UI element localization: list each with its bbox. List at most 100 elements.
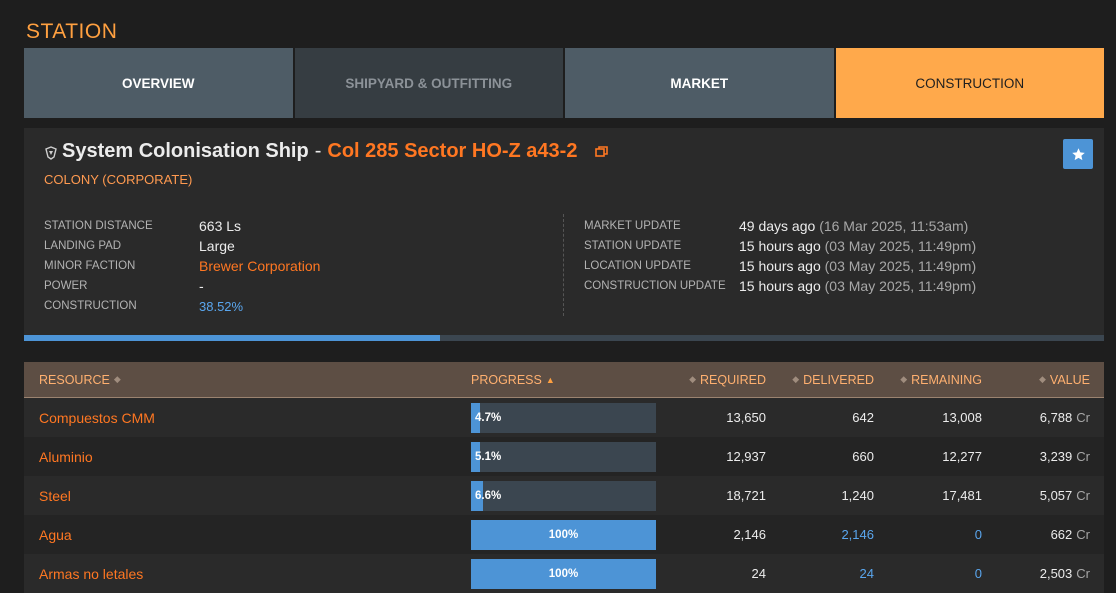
currency-unit: Cr xyxy=(1076,527,1090,542)
info-row-construction: CONSTRUCTION 38.52% xyxy=(44,296,320,316)
table-row: Aluminio 5.1% 12,937 660 12,277 3,239 Cr xyxy=(24,437,1104,476)
page-title: STATION xyxy=(26,20,118,43)
currency-unit: Cr xyxy=(1076,566,1090,581)
table-row: Armas no letales 100% 24 24 0 2,503 Cr xyxy=(24,554,1104,593)
market-update-value: 49 days ago (16 Mar 2025, 11:53am) xyxy=(739,218,969,234)
construction-percent: 38.52% xyxy=(199,298,244,314)
value-amount: 2,503 xyxy=(1039,566,1073,581)
remaining-value: 17,481 xyxy=(942,488,982,503)
tab-market[interactable]: MARKET xyxy=(565,48,834,118)
info-label: POWER xyxy=(44,280,88,292)
minor-faction-link[interactable]: Brewer Corporation xyxy=(199,258,320,274)
column-divider xyxy=(563,214,564,316)
progress-label: 4.7% xyxy=(475,411,502,424)
value-amount: 662 xyxy=(1050,527,1073,542)
info-row-market-update: MARKET UPDATE 49 days ago (16 Mar 2025, … xyxy=(584,216,976,236)
resource-name-link[interactable]: Steel xyxy=(24,488,456,504)
delivered-value: 24 xyxy=(859,566,874,581)
station-name: System Colonisation Ship xyxy=(62,140,309,162)
copy-icon[interactable] xyxy=(595,145,609,158)
header-progress[interactable]: PROGRESS ▲ xyxy=(456,373,656,387)
progress-cell: 4.7% xyxy=(456,402,656,433)
tab-overview[interactable]: OVERVIEW xyxy=(24,48,293,118)
value-cell: 2,503 Cr xyxy=(982,566,1090,581)
system-name-link[interactable]: Col 285 Sector HO-Z a43-2 xyxy=(327,140,577,163)
sort-asc-icon: ▲ xyxy=(545,374,555,385)
header-delivered[interactable]: ◆ DELIVERED xyxy=(766,373,874,387)
station-info-panel: System Colonisation Ship - Col 285 Secto… xyxy=(24,128,1104,341)
favorite-button[interactable] xyxy=(1063,139,1093,169)
station-header: System Colonisation Ship - Col 285 Secto… xyxy=(44,140,609,163)
progress-cell: 6.6% xyxy=(456,480,656,511)
currency-unit: Cr xyxy=(1076,449,1090,464)
required-value: 13,650 xyxy=(726,410,766,425)
header-value[interactable]: ◆ VALUE xyxy=(982,373,1090,387)
info-label: STATION DISTANCE xyxy=(44,220,153,232)
info-label: LANDING PAD xyxy=(44,240,122,252)
info-row-power: POWER - xyxy=(44,276,320,296)
station-type: COLONY (CORPORATE) xyxy=(44,172,193,187)
sort-icon: ◆ xyxy=(792,374,800,384)
value-cell: 3,239 Cr xyxy=(982,449,1090,464)
info-row-station-update: STATION UPDATE 15 hours ago (03 May 2025… xyxy=(584,236,976,256)
info-row-landing-pad: LANDING PAD Large xyxy=(44,236,320,256)
resource-name-link[interactable]: Armas no letales xyxy=(24,566,456,582)
delivered-value: 642 xyxy=(852,410,874,425)
sort-icon: ◆ xyxy=(113,374,121,384)
star-icon xyxy=(1071,147,1085,160)
info-label: LOCATION UPDATE xyxy=(584,260,691,272)
progress-cell: 100% xyxy=(456,558,656,589)
progress-bar: 4.7% xyxy=(471,402,656,433)
header-required[interactable]: ◆ REQUIRED xyxy=(656,373,766,387)
header-resource[interactable]: RESOURCE ◆ xyxy=(24,373,456,387)
sort-icon: ◆ xyxy=(900,374,908,384)
progress-bar: 6.6% xyxy=(471,480,656,511)
construction-progress-fill xyxy=(24,335,441,341)
progress-label: 100% xyxy=(548,528,579,541)
tab-construction[interactable]: CONSTRUCTION xyxy=(835,48,1104,118)
construction-progress-bar xyxy=(24,335,1104,341)
info-label: MARKET UPDATE xyxy=(584,220,681,232)
landing-pad-value: Large xyxy=(199,238,235,254)
station-update-value: 15 hours ago (03 May 2025, 11:49pm) xyxy=(739,238,977,254)
table-row: Compuestos CMM 4.7% 13,650 642 13,008 6,788 Cr xyxy=(24,398,1104,437)
resource-name-link[interactable]: Compuestos CMM xyxy=(24,410,456,426)
required-value: 12,937 xyxy=(726,449,766,464)
required-value: 18,721 xyxy=(726,488,766,503)
value-amount: 6,788 xyxy=(1039,410,1073,425)
info-row-construction-update: CONSTRUCTION UPDATE 15 hours ago (03 May… xyxy=(584,276,976,296)
remaining-value: 0 xyxy=(974,527,982,542)
remaining-value: 13,008 xyxy=(942,410,982,425)
currency-unit: Cr xyxy=(1076,488,1090,503)
table-row: Steel 6.6% 18,721 1,240 17,481 5,057 Cr xyxy=(24,476,1104,515)
remaining-value: 12,277 xyxy=(942,449,982,464)
info-row-minor-faction: MINOR FACTION Brewer Corporation xyxy=(44,256,320,276)
resource-name-link[interactable]: Agua xyxy=(24,527,456,543)
station-details-left: STATION DISTANCE 663 Ls LANDING PAD Larg… xyxy=(44,216,320,316)
resource-table: RESOURCE ◆ PROGRESS ▲ ◆ REQUIRED ◆ DELIVERED… xyxy=(24,362,1104,593)
info-row-distance: STATION DISTANCE 663 Ls xyxy=(44,216,320,236)
header-remaining[interactable]: ◆ REMAINING xyxy=(874,373,982,387)
info-row-location-update: LOCATION UPDATE 15 hours ago (03 May 202… xyxy=(584,256,976,276)
station-distance-value: 663 Ls xyxy=(199,218,242,234)
progress-cell: 100% xyxy=(456,519,656,550)
required-value: 24 xyxy=(751,566,766,581)
sort-icon: ◆ xyxy=(1039,374,1046,384)
tab-shipyard-outfitting: SHIPYARD & OUTFITTING xyxy=(294,48,563,118)
ship-icon xyxy=(45,145,57,160)
value-cell: 6,788 Cr xyxy=(982,410,1090,425)
value-cell: 662 Cr xyxy=(982,527,1090,542)
info-label: MINOR FACTION xyxy=(44,260,136,272)
info-label: CONSTRUCTION UPDATE xyxy=(584,280,726,292)
resource-name-link[interactable]: Aluminio xyxy=(24,449,456,465)
power-value: - xyxy=(199,278,204,294)
table-header: RESOURCE ◆ PROGRESS ▲ ◆ REQUIRED ◆ DELIVERED… xyxy=(24,362,1104,398)
title-separator: - xyxy=(314,140,322,162)
delivered-value: 1,240 xyxy=(841,488,874,503)
location-update-value: 15 hours ago (03 May 2025, 11:49pm) xyxy=(739,258,977,274)
remaining-value: 0 xyxy=(974,566,982,581)
delivered-value: 660 xyxy=(852,449,874,464)
progress-bar: 5.1% xyxy=(471,441,656,472)
value-cell: 5,057 Cr xyxy=(982,488,1090,503)
construction-update-value: 15 hours ago (03 May 2025, 11:49pm) xyxy=(739,278,977,294)
